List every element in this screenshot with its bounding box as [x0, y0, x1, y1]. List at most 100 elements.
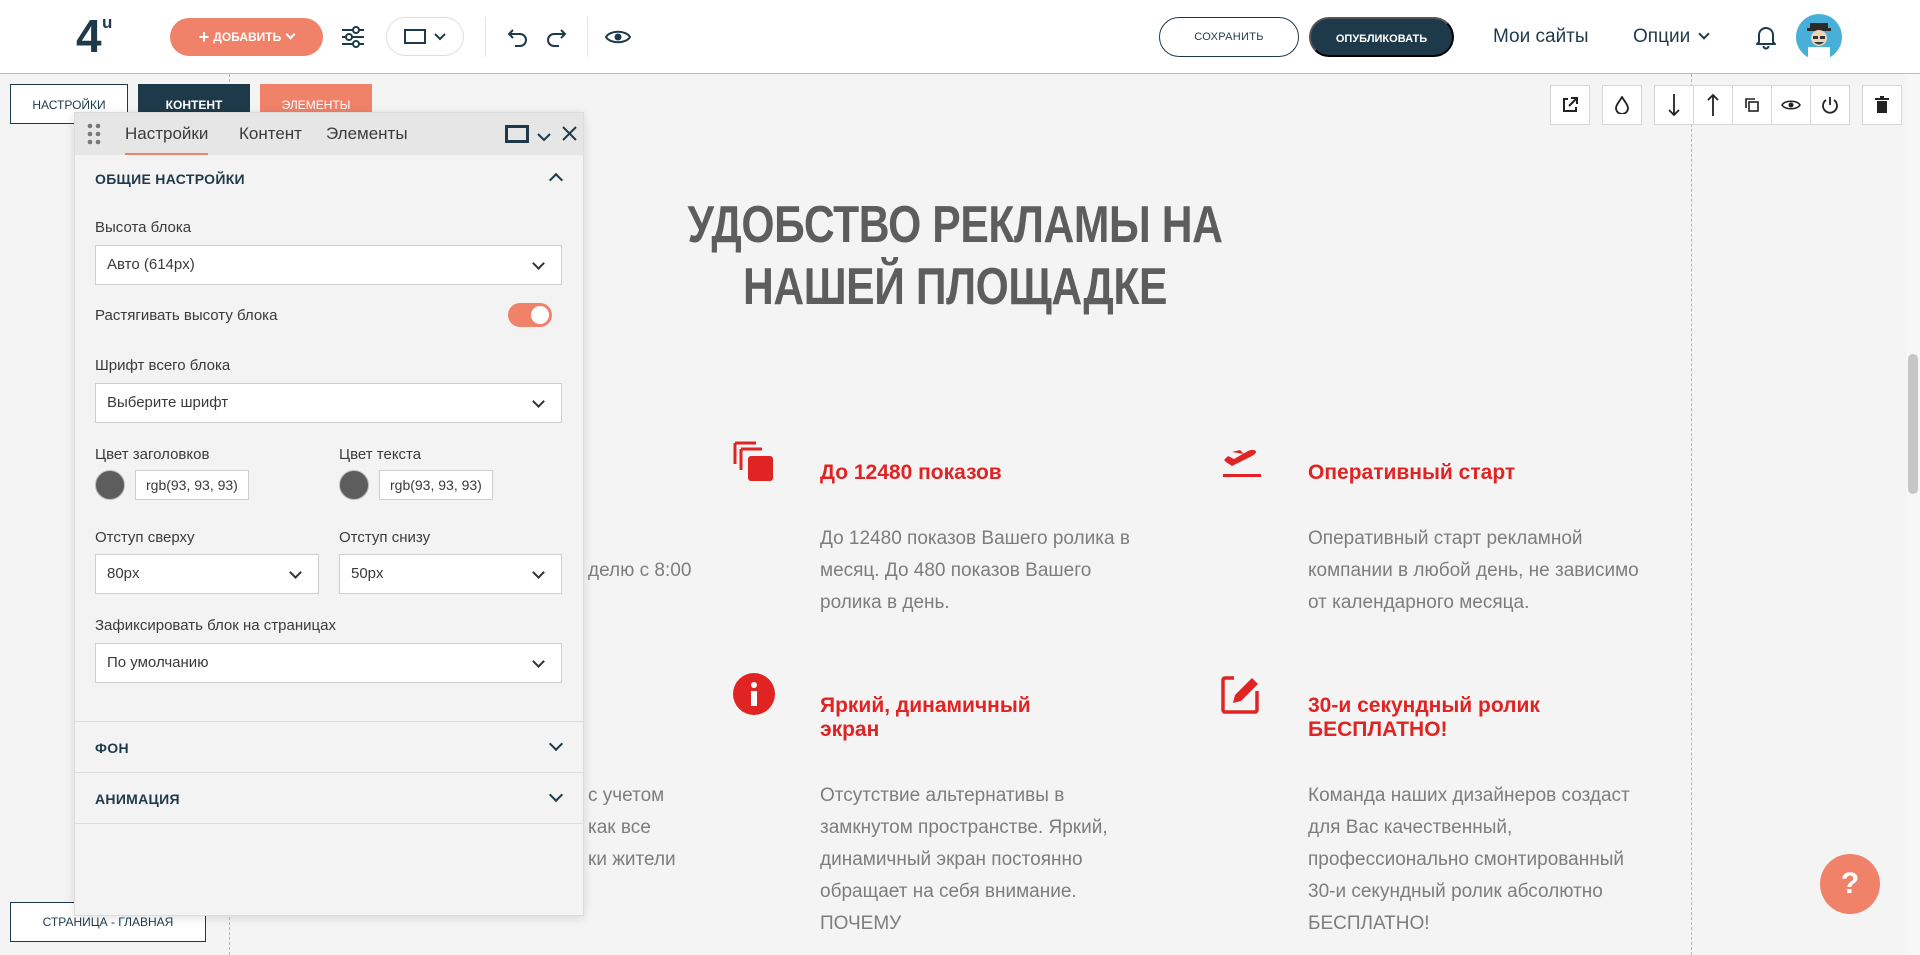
device-selector[interactable] — [386, 17, 464, 56]
page-scrollbar[interactable] — [1906, 74, 1920, 955]
text-line: До 12480 показов Вашего ролика в — [820, 528, 1130, 549]
text-line: месяц. До 480 показов Вашего — [820, 560, 1092, 581]
avatar[interactable] — [1796, 14, 1842, 60]
chevron-down-icon — [289, 566, 302, 579]
feature-text[interactable]: Отсутствие альтернативы в замкнутом прос… — [820, 780, 1108, 940]
block-headline[interactable]: УДОБСТВО РЕКЛАМЫ НА НАШЕЙ ПЛОЩАДКЕ — [631, 194, 1279, 318]
font-label: Шрифт всего блока — [95, 357, 231, 374]
partial-text-1: делю с 8:00 — [588, 560, 692, 581]
chevron-down-icon — [285, 29, 296, 40]
feature-title[interactable]: Яркий, динамичный экран — [820, 694, 1031, 742]
chevron-down-icon — [532, 566, 545, 579]
feature-text[interactable]: До 12480 показов Вашего ролика в месяц. … — [820, 523, 1130, 619]
stretch-toggle[interactable] — [508, 303, 552, 327]
block-settings-panel: Настройки Контент Элементы ОБЩИЕ НАСТРОЙ… — [74, 112, 584, 916]
chevron-down-icon — [532, 395, 545, 408]
move-up-icon[interactable] — [1693, 85, 1733, 125]
text-line: как все — [588, 817, 651, 838]
trash-icon[interactable] — [1862, 85, 1902, 125]
save-button[interactable]: СОХРАНИТЬ — [1159, 17, 1299, 57]
partial-text-2: с учетом как все ки жители — [588, 780, 676, 876]
block-toolbar — [1550, 85, 1902, 125]
add-button[interactable]: + ДОБАВИТЬ — [170, 18, 323, 56]
padding-top-select[interactable]: 80px — [95, 554, 319, 594]
redo-icon[interactable] — [541, 22, 571, 52]
edit-icon — [1220, 672, 1264, 716]
padding-bottom-select[interactable]: 50px — [339, 554, 562, 594]
feature-title[interactable]: Оперативный старт — [1308, 461, 1515, 485]
feature-text[interactable]: Оперативный старт рекламной компании в л… — [1308, 523, 1639, 619]
chevron-down-icon — [532, 257, 545, 270]
panel-tab-elements[interactable]: Элементы — [326, 113, 408, 155]
chevron-down-icon — [1698, 28, 1710, 40]
feature-text[interactable]: Команда наших дизайнеров создаст для Вас… — [1308, 780, 1630, 940]
section-background-title[interactable]: ФОН — [95, 738, 129, 758]
font-select[interactable]: Выберите шрифт — [95, 383, 562, 423]
heading-color-label: Цвет заголовков — [95, 446, 210, 463]
text-line: динамичный экран постоянно — [820, 849, 1083, 870]
padding-bottom-value: 50px — [351, 565, 384, 582]
text-color-value[interactable]: rgb(93, 93, 93) — [379, 470, 493, 500]
logo-main: 4 — [76, 10, 102, 62]
help-button[interactable]: ? — [1820, 854, 1880, 914]
fix-block-select[interactable]: По умолчанию — [95, 643, 562, 683]
publish-button[interactable]: ОПУБЛИКОВАТЬ — [1309, 17, 1454, 57]
toolbar-divider — [485, 17, 486, 57]
section-animation-title[interactable]: АНИМАЦИЯ — [95, 789, 180, 809]
toggle-knob — [531, 306, 549, 324]
logo-sup: u — [102, 13, 113, 32]
section-divider — [75, 823, 583, 824]
text-line: БЕСПЛАТНО! — [1308, 913, 1430, 934]
chevron-down-icon[interactable] — [548, 736, 564, 752]
chevron-down-icon — [434, 32, 446, 40]
heading-color-swatch[interactable] — [95, 470, 125, 500]
text-color-label: Цвет текста — [339, 446, 422, 463]
block-height-label: Высота блока — [95, 219, 192, 236]
move-down-icon[interactable] — [1654, 85, 1694, 125]
title-line: БЕСПЛАТНО! — [1308, 718, 1448, 741]
heading-color-value[interactable]: rgb(93, 93, 93) — [135, 470, 249, 500]
options-menu[interactable]: Опции — [1633, 24, 1710, 50]
sliders-icon[interactable] — [338, 22, 368, 52]
text-line: компании в любой день, не зависимо — [1308, 560, 1639, 581]
scrollbar-thumb[interactable] — [1908, 354, 1918, 494]
panel-tab-content[interactable]: Контент — [239, 113, 302, 155]
section-general-title[interactable]: ОБЩИЕ НАСТРОЙКИ — [95, 169, 245, 189]
panel-layout-icon[interactable] — [505, 125, 529, 148]
power-icon[interactable] — [1810, 85, 1850, 125]
my-sites-label: Мои сайты — [1493, 26, 1589, 47]
my-sites-link[interactable]: Мои сайты — [1493, 24, 1589, 50]
copy-stack-icon — [732, 440, 776, 484]
feature-title[interactable]: До 12480 показов — [820, 461, 1002, 485]
preview-eye-icon[interactable] — [603, 22, 633, 52]
fix-block-value: По умолчанию — [107, 654, 209, 671]
chevron-down-icon[interactable] — [548, 787, 564, 803]
drag-handle-icon[interactable] — [87, 123, 101, 145]
text-line: 30-и секундный ролик абсолютно — [1308, 881, 1603, 902]
text-line: Оперативный старт рекламной — [1308, 528, 1583, 549]
drop-icon[interactable] — [1602, 85, 1642, 125]
chevron-up-icon[interactable] — [548, 172, 564, 188]
chevron-down-icon[interactable] — [537, 129, 551, 147]
copy-icon[interactable] — [1732, 85, 1772, 125]
close-icon[interactable] — [562, 126, 577, 146]
bell-icon[interactable] — [1752, 23, 1780, 51]
text-line: замкнутом пространстве. Яркий, — [820, 817, 1108, 838]
chevron-down-icon — [532, 655, 545, 668]
options-label: Опции — [1633, 26, 1691, 47]
add-button-label: ДОБАВИТЬ — [213, 30, 282, 44]
plus-icon: + — [198, 27, 210, 47]
logo[interactable]: 4 u — [76, 12, 124, 60]
text-color-swatch[interactable] — [339, 470, 369, 500]
text-line: с учетом — [588, 785, 665, 806]
panel-tab-settings[interactable]: Настройки — [125, 113, 209, 155]
feature-title[interactable]: 30-и секундный ролик БЕСПЛАТНО! — [1308, 694, 1540, 742]
block-height-select[interactable]: Авто (614px) — [95, 245, 562, 285]
toolbar-divider — [587, 17, 588, 57]
external-link-icon[interactable] — [1550, 85, 1590, 125]
desktop-icon — [404, 28, 426, 44]
text-line: обращает на себя внимание. — [820, 881, 1077, 902]
visibility-eye-icon[interactable] — [1771, 85, 1811, 125]
undo-icon[interactable] — [503, 22, 533, 52]
top-toolbar: 4 u + ДОБАВИТЬ СОХРАНИТЬ ОПУБЛИКОВАТЬ Мои… — [0, 0, 1920, 74]
